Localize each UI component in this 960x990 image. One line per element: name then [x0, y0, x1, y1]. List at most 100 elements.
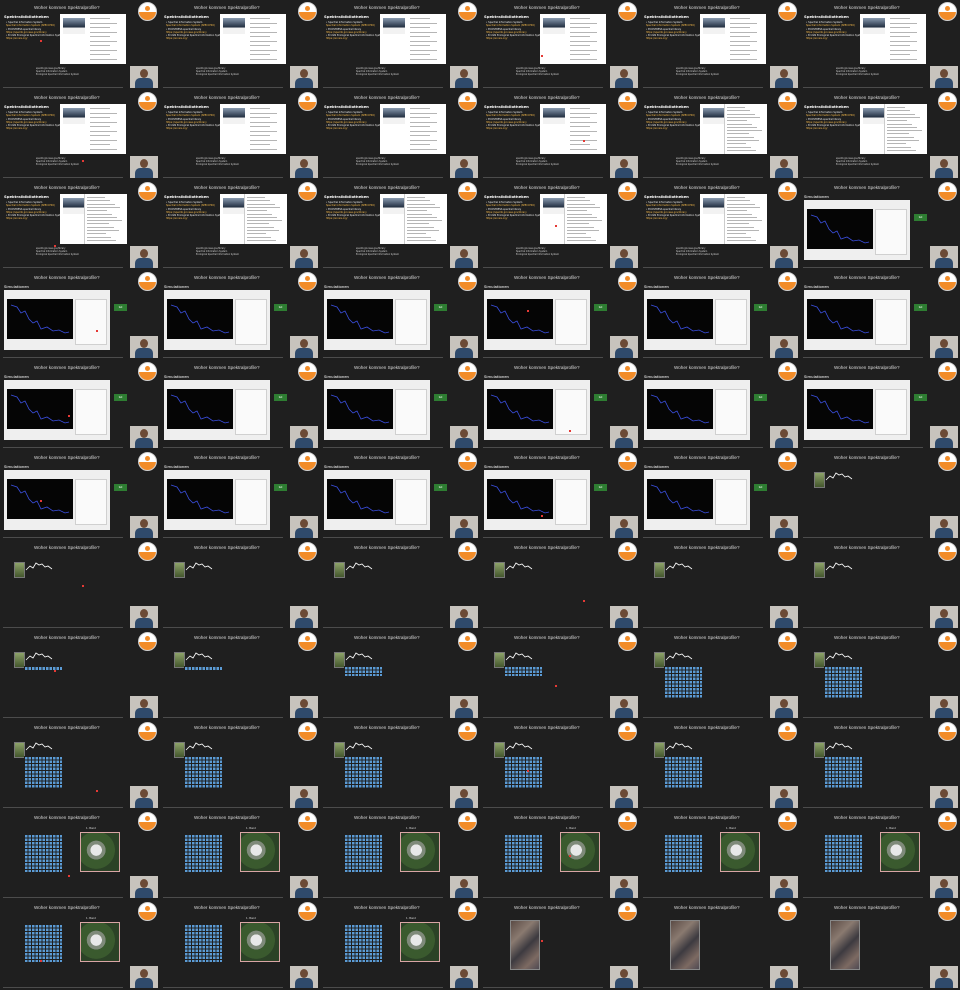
video-frame[interactable]: Woher kommen Spektralprofile? 1. Band: [640, 810, 800, 900]
video-frame[interactable]: Woher kommen Spektralprofile?: [640, 630, 800, 720]
parameter-panel[interactable]: [715, 389, 747, 435]
video-frame[interactable]: Woher kommen Spektralprofile? Simulatione…: [320, 450, 480, 540]
video-frame[interactable]: Woher kommen Spektralprofile?: [160, 720, 320, 810]
video-frame[interactable]: Woher kommen Spektralprofile? Spektralbib…: [0, 0, 160, 90]
parameter-panel[interactable]: [235, 299, 267, 345]
parameter-panel[interactable]: [235, 479, 267, 525]
parameter-panel[interactable]: [875, 209, 907, 255]
video-frame[interactable]: Woher kommen Spektralprofile? Simulatione…: [0, 450, 160, 540]
sim-button[interactable]: Set: [594, 304, 607, 311]
video-frame[interactable]: Woher kommen Spektralprofile?: [0, 630, 160, 720]
video-frame[interactable]: Woher kommen Spektralprofile?: [320, 630, 480, 720]
video-frame[interactable]: Woher kommen Spektralprofile? Simulatione…: [0, 270, 160, 360]
sim-button[interactable]: Set: [114, 304, 127, 311]
video-frame[interactable]: Woher kommen Spektralprofile?: [160, 630, 320, 720]
parameter-panel[interactable]: [715, 479, 747, 525]
sim-button[interactable]: Set: [434, 394, 447, 401]
video-frame[interactable]: Woher kommen Spektralprofile? Spektralbib…: [0, 180, 160, 270]
video-frame[interactable]: Woher kommen Spektralprofile? Spektralbib…: [480, 0, 640, 90]
simulation-app[interactable]: [164, 380, 270, 440]
parameter-panel[interactable]: [395, 389, 427, 435]
parameter-panel[interactable]: [395, 479, 427, 525]
video-frame[interactable]: Woher kommen Spektralprofile?: [0, 720, 160, 810]
parameter-panel[interactable]: [715, 299, 747, 345]
parameter-panel[interactable]: [875, 299, 907, 345]
simulation-app[interactable]: [644, 290, 750, 350]
video-frame[interactable]: Woher kommen Spektralprofile? Spektralbib…: [160, 90, 320, 180]
simulation-app[interactable]: [324, 470, 430, 530]
video-frame[interactable]: Woher kommen Spektralprofile? 1. Band: [320, 810, 480, 900]
video-frame[interactable]: Woher kommen Spektralprofile?: [480, 540, 640, 630]
video-frame[interactable]: Woher kommen Spektralprofile? Simulatione…: [320, 270, 480, 360]
sim-button[interactable]: Set: [274, 394, 287, 401]
sim-button[interactable]: Set: [274, 484, 287, 491]
video-frame[interactable]: Woher kommen Spektralprofile? Simulatione…: [800, 180, 960, 270]
parameter-panel[interactable]: [875, 389, 907, 435]
sim-button[interactable]: Set: [114, 484, 127, 491]
video-frame[interactable]: Woher kommen Spektralprofile? Simulatione…: [800, 270, 960, 360]
video-frame[interactable]: Woher kommen Spektralprofile? Spektralbib…: [0, 90, 160, 180]
video-frame[interactable]: Woher kommen Spektralprofile? Spektralbib…: [320, 180, 480, 270]
video-frame[interactable]: Woher kommen Spektralprofile? Spektralbib…: [160, 180, 320, 270]
sim-button[interactable]: Set: [114, 394, 127, 401]
video-frame[interactable]: Woher kommen Spektralprofile? Simulatione…: [480, 270, 640, 360]
parameter-panel[interactable]: [395, 299, 427, 345]
sim-button[interactable]: Set: [434, 304, 447, 311]
sim-button[interactable]: Set: [434, 484, 447, 491]
video-frame[interactable]: Woher kommen Spektralprofile? 1. Band: [160, 810, 320, 900]
simulation-app[interactable]: [164, 290, 270, 350]
video-frame[interactable]: Woher kommen Spektralprofile?: [320, 720, 480, 810]
parameter-panel[interactable]: [75, 389, 107, 435]
sim-button[interactable]: Set: [754, 484, 767, 491]
video-frame[interactable]: Woher kommen Spektralprofile?: [800, 450, 960, 540]
parameter-panel[interactable]: [235, 389, 267, 435]
simulation-app[interactable]: [804, 200, 910, 260]
video-frame[interactable]: Woher kommen Spektralprofile?: [800, 720, 960, 810]
video-frame[interactable]: Woher kommen Spektralprofile?: [0, 540, 160, 630]
sim-button[interactable]: Set: [914, 304, 927, 311]
video-frame[interactable]: Woher kommen Spektralprofile? Simulatione…: [640, 360, 800, 450]
video-frame[interactable]: Woher kommen Spektralprofile?: [480, 720, 640, 810]
sim-button[interactable]: Set: [274, 304, 287, 311]
simulation-app[interactable]: [644, 470, 750, 530]
parameter-panel[interactable]: [75, 299, 107, 345]
video-frame[interactable]: Woher kommen Spektralprofile? Simulatione…: [320, 360, 480, 450]
sim-button[interactable]: Set: [914, 394, 927, 401]
video-frame[interactable]: Woher kommen Spektralprofile? Simulatione…: [800, 360, 960, 450]
video-frame[interactable]: Woher kommen Spektralprofile? Simulatione…: [160, 450, 320, 540]
video-frame[interactable]: Woher kommen Spektralprofile?: [320, 540, 480, 630]
video-frame[interactable]: Woher kommen Spektralprofile? Simulatione…: [640, 270, 800, 360]
simulation-app[interactable]: [4, 290, 110, 350]
video-frame[interactable]: Woher kommen Spektralprofile? Simulatione…: [480, 450, 640, 540]
video-frame[interactable]: Woher kommen Spektralprofile? Spektralbib…: [800, 90, 960, 180]
simulation-app[interactable]: [484, 470, 590, 530]
simulation-app[interactable]: [804, 380, 910, 440]
simulation-app[interactable]: [4, 470, 110, 530]
video-frame[interactable]: Woher kommen Spektralprofile? Simulatione…: [480, 360, 640, 450]
sim-button[interactable]: Set: [594, 484, 607, 491]
sim-button[interactable]: Set: [914, 214, 927, 221]
video-frame[interactable]: Woher kommen Spektralprofile? Spektralbib…: [320, 0, 480, 90]
video-frame[interactable]: Woher kommen Spektralprofile? 1. Band: [0, 810, 160, 900]
video-frame[interactable]: Woher kommen Spektralprofile? Spektralbib…: [640, 90, 800, 180]
video-frame[interactable]: Woher kommen Spektralprofile? 1. Band: [480, 810, 640, 900]
video-frame[interactable]: Woher kommen Spektralprofile?: [480, 630, 640, 720]
video-frame[interactable]: Woher kommen Spektralprofile? Spektralbib…: [480, 180, 640, 270]
video-frame[interactable]: Woher kommen Spektralprofile?: [480, 900, 640, 990]
video-frame[interactable]: Woher kommen Spektralprofile?: [640, 900, 800, 990]
video-frame[interactable]: Woher kommen Spektralprofile?: [800, 540, 960, 630]
video-frame[interactable]: Woher kommen Spektralprofile? 1. Band: [0, 900, 160, 990]
sim-button[interactable]: Set: [754, 394, 767, 401]
simulation-app[interactable]: [484, 290, 590, 350]
simulation-app[interactable]: [484, 380, 590, 440]
video-frame[interactable]: Woher kommen Spektralprofile? Spektralbib…: [160, 0, 320, 90]
video-frame[interactable]: Woher kommen Spektralprofile?: [800, 900, 960, 990]
video-frame[interactable]: Woher kommen Spektralprofile? 1. Band: [800, 810, 960, 900]
parameter-panel[interactable]: [555, 299, 587, 345]
video-frame[interactable]: Woher kommen Spektralprofile?: [800, 630, 960, 720]
video-frame[interactable]: Woher kommen Spektralprofile? Spektralbib…: [640, 180, 800, 270]
parameter-panel[interactable]: [555, 479, 587, 525]
simulation-app[interactable]: [4, 380, 110, 440]
simulation-app[interactable]: [804, 290, 910, 350]
video-frame[interactable]: Woher kommen Spektralprofile? Spektralbib…: [320, 90, 480, 180]
